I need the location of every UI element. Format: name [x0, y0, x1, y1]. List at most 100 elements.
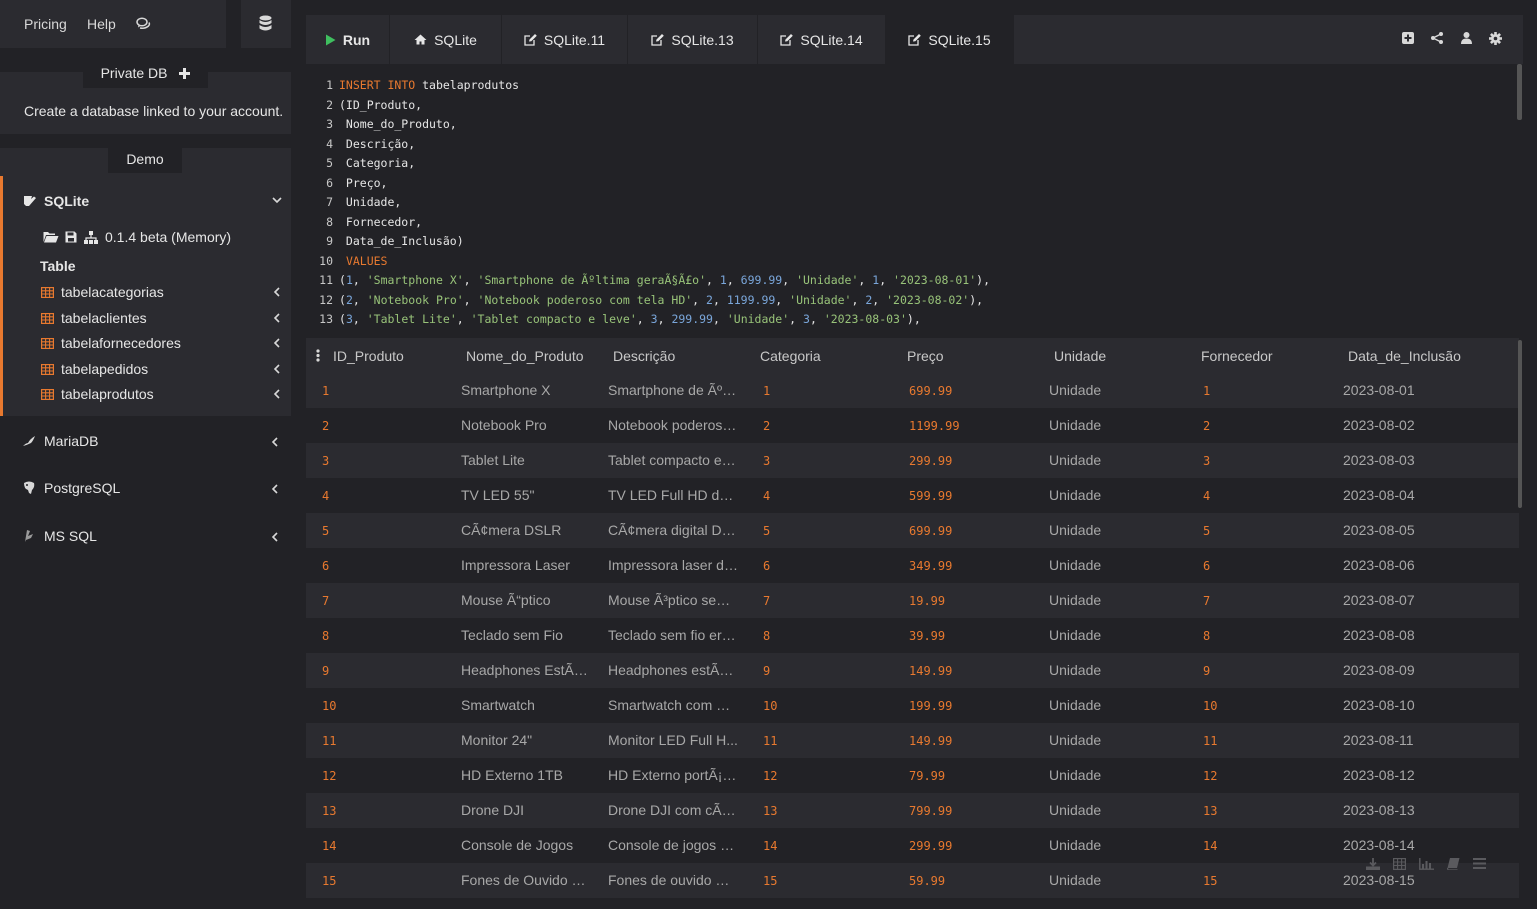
cell-fornecedor[interactable]: 13: [1203, 804, 1217, 818]
code-line[interactable]: 10 VALUES: [306, 254, 387, 274]
private-db-button[interactable]: Private DB: [83, 60, 208, 88]
cell-preco[interactable]: 799.99: [909, 804, 952, 818]
cell-unidade[interactable]: Unidade: [1049, 837, 1101, 853]
cell-nome-do-produto[interactable]: CÃ¢mera DSLR: [461, 522, 561, 538]
table-row[interactable]: 4 TV LED 55" TV LED Full HD de ... 4 599.99 U…: [306, 478, 1519, 513]
cell-id-produto[interactable]: 8: [322, 629, 329, 643]
table-item-tabelapedidos[interactable]: tabelapedidos: [41, 358, 286, 380]
column-header-descricao[interactable]: Descrição: [613, 348, 675, 364]
code-line[interactable]: 1 INSERT INTO tabelaprodutos: [306, 78, 519, 98]
table-item-tabelacategorias[interactable]: tabelacategorias: [41, 281, 286, 303]
table-item-tabelafornecedores[interactable]: tabelafornecedores: [41, 332, 286, 354]
cell-data-de-inclusao[interactable]: 2023-08-10: [1343, 697, 1415, 713]
code-line[interactable]: 6 Preço,: [306, 176, 387, 196]
cell-descricao[interactable]: Teclado sem fio erg...: [608, 627, 738, 643]
table-row[interactable]: 9 Headphones EstÃ©... Headphones estÃ©r...…: [306, 653, 1519, 688]
cell-nome-do-produto[interactable]: Tablet Lite: [461, 452, 525, 468]
table-row[interactable]: 15 Fones de Ouvido Bl... Fones de ouvido B…: [306, 863, 1519, 898]
folder-open-icon[interactable]: [43, 231, 59, 243]
cell-descricao[interactable]: Tablet compacto e l...: [608, 452, 738, 468]
cell-fornecedor[interactable]: 2: [1203, 419, 1210, 433]
cell-preco[interactable]: 299.99: [909, 454, 952, 468]
cell-unidade[interactable]: Unidade: [1049, 417, 1101, 433]
tab-sqlite-14[interactable]: SQLite.14: [758, 15, 886, 64]
table-row[interactable]: 7 Mouse Ã“ptico Mouse Ã³ptico sem fio 7 19.9…: [306, 583, 1519, 618]
cell-fornecedor[interactable]: 15: [1203, 874, 1217, 888]
cell-categoria[interactable]: 11: [763, 734, 777, 748]
code-line[interactable]: 2 (ID_Produto,: [306, 98, 422, 118]
cell-descricao[interactable]: Headphones estÃ©r...: [608, 662, 738, 678]
cell-nome-do-produto[interactable]: Headphones EstÃ©...: [461, 662, 591, 678]
cell-id-produto[interactable]: 1: [322, 384, 329, 398]
code-line[interactable]: 9 Data_de_Inclusão): [306, 234, 464, 254]
cell-unidade[interactable]: Unidade: [1049, 382, 1101, 398]
sql-editor[interactable]: 1 INSERT INTO tabelaprodutos 2 (ID_Produto,…: [306, 64, 1523, 326]
book-icon[interactable]: [1447, 858, 1460, 870]
cell-preco[interactable]: 299.99: [909, 839, 952, 853]
cell-data-de-inclusao[interactable]: 2023-08-05: [1343, 522, 1415, 538]
cell-preco[interactable]: 599.99: [909, 489, 952, 503]
cell-id-produto[interactable]: 4: [322, 489, 329, 503]
cell-fornecedor[interactable]: 14: [1203, 839, 1217, 853]
cell-descricao[interactable]: TV LED Full HD de ...: [608, 487, 738, 503]
database-menu-button[interactable]: [241, 0, 291, 48]
tab-sqlite[interactable]: SQLite: [390, 15, 502, 64]
column-header-id-produto[interactable]: ID_Produto: [333, 348, 404, 364]
pricing-link[interactable]: Pricing: [24, 16, 67, 32]
cell-id-produto[interactable]: 7: [322, 594, 329, 608]
cell-fornecedor[interactable]: 11: [1203, 734, 1217, 748]
cell-descricao[interactable]: Impressora laser de...: [608, 557, 738, 573]
table-row[interactable]: 3 Tablet Lite Tablet compacto e l... 3 299.9…: [306, 443, 1519, 478]
cell-data-de-inclusao[interactable]: 2023-08-06: [1343, 557, 1415, 573]
chat-icon[interactable]: [136, 17, 151, 31]
cell-fornecedor[interactable]: 5: [1203, 524, 1210, 538]
cell-categoria[interactable]: 8: [763, 629, 770, 643]
sidebar-item-mariadb[interactable]: MariaDB: [22, 429, 284, 453]
cell-preco[interactable]: 149.99: [909, 664, 952, 678]
table-row[interactable]: 2 Notebook Pro Notebook poderoso ... 2 1199.…: [306, 408, 1519, 443]
code-line[interactable]: 5 Categoria,: [306, 156, 415, 176]
column-header-data-de-inclusao[interactable]: Data_de_Inclusão: [1348, 348, 1461, 364]
cell-preco[interactable]: 1199.99: [909, 419, 960, 433]
cell-categoria[interactable]: 13: [763, 804, 777, 818]
column-menu-icon[interactable]: [316, 349, 320, 362]
help-link[interactable]: Help: [87, 16, 116, 32]
cell-fornecedor[interactable]: 10: [1203, 699, 1217, 713]
code-line[interactable]: 11 (1, 'Smartphone X', 'Smartphone de Ãºl…: [306, 273, 990, 293]
cell-id-produto[interactable]: 3: [322, 454, 329, 468]
code-line[interactable]: 8 Fornecedor,: [306, 215, 422, 235]
cell-id-produto[interactable]: 12: [322, 769, 336, 783]
cell-fornecedor[interactable]: 7: [1203, 594, 1210, 608]
cell-preco[interactable]: 59.99: [909, 874, 945, 888]
cell-descricao[interactable]: Monitor LED Full H...: [608, 732, 738, 748]
cell-data-de-inclusao[interactable]: 2023-08-12: [1343, 767, 1415, 783]
cell-categoria[interactable]: 10: [763, 699, 777, 713]
cell-data-de-inclusao[interactable]: 2023-08-03: [1343, 452, 1415, 468]
column-header-categoria[interactable]: Categoria: [760, 348, 821, 364]
user-icon[interactable]: [1461, 32, 1472, 44]
table-row[interactable]: 5 CÃ¢mera DSLR CÃ¢mera digital DS... 5 699.9…: [306, 513, 1519, 548]
cell-descricao[interactable]: Notebook poderoso ...: [608, 417, 738, 433]
sidebar-item-mssql[interactable]: MS SQL: [22, 524, 284, 548]
cell-unidade[interactable]: Unidade: [1049, 872, 1101, 888]
cell-preco[interactable]: 19.99: [909, 594, 945, 608]
column-header-preco[interactable]: Preço: [907, 348, 944, 364]
cell-id-produto[interactable]: 13: [322, 804, 336, 818]
sqlite-header[interactable]: SQLite: [23, 192, 288, 210]
editor-scrollbar[interactable]: [1517, 64, 1522, 120]
column-header-unidade[interactable]: Unidade: [1054, 348, 1106, 364]
cell-nome-do-produto[interactable]: Drone DJI: [461, 802, 524, 818]
cell-nome-do-produto[interactable]: Impressora Laser: [461, 557, 570, 573]
cell-unidade[interactable]: Unidade: [1049, 697, 1101, 713]
table-row[interactable]: 14 Console de Jogos Console de jogos d... 1…: [306, 828, 1519, 863]
cell-data-de-inclusao[interactable]: 2023-08-13: [1343, 802, 1415, 818]
table-row[interactable]: 6 Impressora Laser Impressora laser de... 6…: [306, 548, 1519, 583]
cell-nome-do-produto[interactable]: TV LED 55": [461, 487, 534, 503]
cell-nome-do-produto[interactable]: Console de Jogos: [461, 837, 573, 853]
cell-categoria[interactable]: 4: [763, 489, 770, 503]
cell-id-produto[interactable]: 14: [322, 839, 336, 853]
tab-sqlite-15[interactable]: SQLite.15: [886, 15, 1014, 64]
cell-unidade[interactable]: Unidade: [1049, 522, 1101, 538]
cell-categoria[interactable]: 2: [763, 419, 770, 433]
code-line[interactable]: 4 Descrição,: [306, 137, 415, 157]
